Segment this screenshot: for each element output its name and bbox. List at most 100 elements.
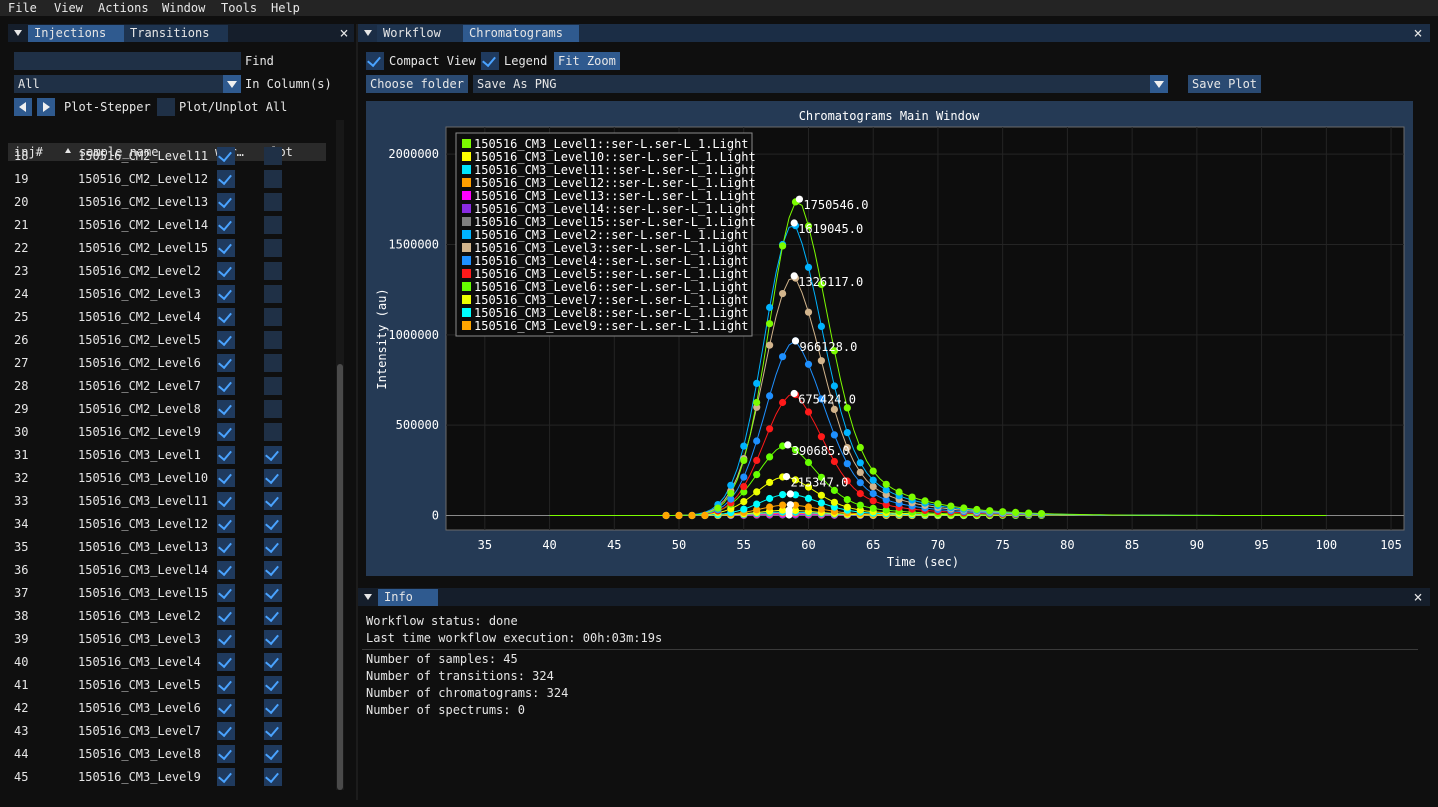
legend-entry[interactable]: 150516_CM3_Level4::ser-L.ser-L_1.Light: [474, 254, 749, 268]
table-row[interactable]: 33 150516_CM3_Level11: [8, 490, 326, 513]
table-row[interactable]: 24 150516_CM2_Level3: [8, 283, 326, 306]
workflow-checkbox[interactable]: [217, 584, 235, 602]
plot-checkbox[interactable]: [264, 561, 282, 579]
table-row[interactable]: 42 150516_CM3_Level6: [8, 697, 326, 720]
collapse-triangle-icon[interactable]: [364, 594, 372, 600]
workflow-checkbox[interactable]: [217, 722, 235, 740]
workflow-checkbox[interactable]: [217, 538, 235, 556]
plot-checkbox[interactable]: [264, 262, 282, 280]
compact-view-checkbox[interactable]: [366, 52, 384, 70]
choose-folder-button[interactable]: Choose folder: [366, 75, 468, 93]
workflow-checkbox[interactable]: [217, 239, 235, 257]
legend-entry[interactable]: 150516_CM3_Level11::ser-L.ser-L_1.Light: [474, 163, 756, 177]
collapse-triangle-icon[interactable]: [14, 30, 22, 36]
plot-checkbox[interactable]: [264, 423, 282, 441]
table-row[interactable]: 26 150516_CM2_Level5: [8, 329, 326, 352]
table-row[interactable]: 40 150516_CM3_Level4: [8, 651, 326, 674]
chevron-down-icon[interactable]: [223, 75, 241, 93]
plot-checkbox[interactable]: [264, 400, 282, 418]
plot-checkbox[interactable]: [264, 538, 282, 556]
legend-entry[interactable]: 150516_CM3_Level7::ser-L.ser-L_1.Light: [474, 293, 749, 307]
plot-checkbox[interactable]: [264, 377, 282, 395]
plot-checkbox[interactable]: [264, 147, 282, 165]
plot-checkbox[interactable]: [264, 331, 282, 349]
plot-checkbox[interactable]: [264, 354, 282, 372]
menu-file[interactable]: File: [8, 0, 37, 16]
close-icon[interactable]: ×: [1412, 590, 1424, 605]
workflow-checkbox[interactable]: [217, 423, 235, 441]
plot-checkbox[interactable]: [264, 285, 282, 303]
table-row[interactable]: 30 150516_CM2_Level9: [8, 421, 326, 444]
save-plot-button[interactable]: Save Plot: [1188, 75, 1262, 93]
legend-entry[interactable]: 150516_CM3_Level2::ser-L.ser-L_1.Light: [474, 228, 749, 242]
workflow-checkbox[interactable]: [217, 377, 235, 395]
plot-checkbox[interactable]: [264, 630, 282, 648]
workflow-checkbox[interactable]: [217, 170, 235, 188]
workflow-checkbox[interactable]: [217, 699, 235, 717]
chromatogram-chart[interactable]: Chromatograms Main Window 0 500000 1000000…: [366, 101, 1413, 576]
table-row[interactable]: 44 150516_CM3_Level8: [8, 743, 326, 766]
tab-injections[interactable]: Injections: [28, 25, 128, 42]
save-format-select[interactable]: Save As PNG: [473, 75, 1168, 93]
scrollbar-thumb[interactable]: [337, 364, 343, 790]
menu-actions[interactable]: Actions: [98, 0, 149, 16]
table-row[interactable]: 20 150516_CM2_Level13: [8, 191, 326, 214]
workflow-checkbox[interactable]: [217, 262, 235, 280]
column-select[interactable]: All: [14, 75, 241, 93]
menu-tools[interactable]: Tools: [221, 0, 257, 16]
table-row[interactable]: 18 150516_CM2_Level11: [8, 145, 326, 168]
tab-transitions[interactable]: Transitions: [124, 25, 228, 42]
table-row[interactable]: 21 150516_CM2_Level14: [8, 214, 326, 237]
menu-view[interactable]: View: [54, 0, 83, 16]
plot-checkbox[interactable]: [264, 607, 282, 625]
legend-entry[interactable]: 150516_CM3_Level14::ser-L.ser-L_1.Light: [474, 202, 756, 216]
menu-help[interactable]: Help: [271, 0, 300, 16]
close-icon[interactable]: ×: [1412, 26, 1424, 41]
next-arrow-button[interactable]: [37, 98, 55, 116]
table-row[interactable]: 35 150516_CM3_Level13: [8, 536, 326, 559]
workflow-checkbox[interactable]: [217, 561, 235, 579]
legend-entry[interactable]: 150516_CM3_Level15::ser-L.ser-L_1.Light: [474, 215, 756, 229]
legend-entry[interactable]: 150516_CM3_Level10::ser-L.ser-L_1.Light: [474, 150, 756, 164]
legend-entry[interactable]: 150516_CM3_Level3::ser-L.ser-L_1.Light: [474, 241, 749, 255]
workflow-checkbox[interactable]: [217, 446, 235, 464]
workflow-checkbox[interactable]: [217, 354, 235, 372]
plot-checkbox[interactable]: [264, 446, 282, 464]
workflow-checkbox[interactable]: [217, 630, 235, 648]
chevron-down-icon[interactable]: [1150, 75, 1168, 93]
legend-entry[interactable]: 150516_CM3_Level1::ser-L.ser-L_1.Light: [474, 137, 749, 151]
legend-entry[interactable]: 150516_CM3_Level9::ser-L.ser-L_1.Light: [474, 319, 749, 333]
table-row[interactable]: 31 150516_CM3_Level1: [8, 444, 326, 467]
plot-checkbox[interactable]: [264, 216, 282, 234]
tab-info[interactable]: Info: [378, 589, 438, 606]
workflow-checkbox[interactable]: [217, 653, 235, 671]
find-input[interactable]: [14, 52, 241, 70]
workflow-checkbox[interactable]: [217, 147, 235, 165]
tab-workflow[interactable]: Workflow: [377, 25, 463, 42]
workflow-checkbox[interactable]: [217, 331, 235, 349]
plot-checkbox[interactable]: [264, 676, 282, 694]
table-row[interactable]: 25 150516_CM2_Level4: [8, 306, 326, 329]
legend-entry[interactable]: 150516_CM3_Level6::ser-L.ser-L_1.Light: [474, 280, 749, 294]
close-icon[interactable]: ×: [338, 26, 350, 41]
workflow-checkbox[interactable]: [217, 193, 235, 211]
plot-unplot-all-checkbox[interactable]: [157, 98, 175, 116]
plot-checkbox[interactable]: [264, 308, 282, 326]
table-row[interactable]: 29 150516_CM2_Level8: [8, 398, 326, 421]
plot-checkbox[interactable]: [264, 722, 282, 740]
plot-checkbox[interactable]: [264, 469, 282, 487]
legend-entry[interactable]: 150516_CM3_Level13::ser-L.ser-L_1.Light: [474, 189, 756, 203]
workflow-checkbox[interactable]: [217, 515, 235, 533]
legend-entry[interactable]: 150516_CM3_Level12::ser-L.ser-L_1.Light: [474, 176, 756, 190]
workflow-checkbox[interactable]: [217, 400, 235, 418]
table-row[interactable]: 45 150516_CM3_Level9: [8, 766, 326, 789]
table-row[interactable]: 36 150516_CM3_Level14: [8, 559, 326, 582]
table-scrollbar[interactable]: [336, 120, 344, 790]
table-row[interactable]: 22 150516_CM2_Level15: [8, 237, 326, 260]
collapse-triangle-icon[interactable]: [364, 30, 372, 36]
table-row[interactable]: 37 150516_CM3_Level15: [8, 582, 326, 605]
plot-checkbox[interactable]: [264, 745, 282, 763]
prev-arrow-button[interactable]: [14, 98, 32, 116]
workflow-checkbox[interactable]: [217, 308, 235, 326]
workflow-checkbox[interactable]: [217, 745, 235, 763]
